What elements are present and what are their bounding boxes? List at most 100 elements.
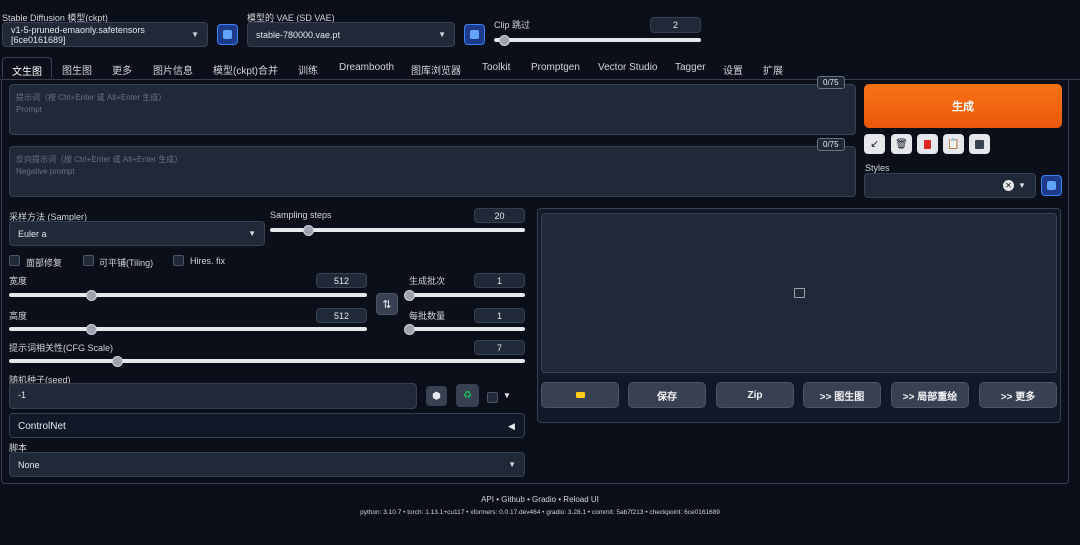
sampler-dropdown[interactable]: Euler a ▼ [9, 221, 265, 246]
arrow-icon[interactable]: ↙ [864, 134, 885, 154]
vae-refresh-button[interactable] [464, 24, 485, 45]
face-restore-checkbox[interactable] [9, 255, 20, 266]
negative-prompt-placeholder: 反向提示词（按 Ctrl+Enter 或 Alt+Enter 生成） [16, 155, 183, 164]
height-label: 高度 [9, 311, 28, 321]
clip-skip-input[interactable]: 2 [650, 17, 701, 33]
footer-versions: python: 3.10.7 • torch: 1.13.1+cu117 • x… [360, 509, 720, 516]
chevron-down-icon: ▼ [438, 30, 446, 39]
hires-fix-checkbox[interactable] [173, 255, 184, 266]
batch-count-input[interactable]: 1 [474, 273, 525, 288]
expand-triangle-icon[interactable]: ▼ [503, 391, 511, 400]
chevron-down-icon: ▼ [508, 460, 516, 469]
chevron-down-icon: ▼ [1018, 181, 1026, 190]
chevron-down-icon: ▼ [191, 30, 199, 39]
tab-tagger[interactable]: Tagger [675, 62, 706, 73]
tab-image-browser[interactable]: 图库浏览器 [411, 62, 461, 77]
script-dropdown[interactable]: None ▼ [9, 452, 525, 477]
tab-extensions[interactable]: 扩展 [763, 62, 783, 77]
cfg-slider[interactable] [9, 355, 525, 367]
tab-toolkit[interactable]: Toolkit [482, 62, 510, 73]
refresh-icon [470, 30, 479, 39]
collapse-triangle-icon: ◀ [508, 421, 515, 431]
tiling-label: 可平铺(Tiling) [99, 258, 154, 268]
zip-button[interactable]: Zip [716, 382, 794, 408]
seed-input[interactable]: -1 [9, 383, 417, 409]
tiling-checkbox[interactable] [83, 255, 94, 266]
styles-dropdown[interactable]: ✕ ▼ [864, 173, 1036, 198]
script-value: None [18, 459, 40, 470]
prompt-placeholder-en: Prompt [16, 105, 42, 114]
batch-size-input[interactable]: 1 [474, 308, 525, 323]
slider-thumb[interactable] [404, 323, 415, 335]
tab-bar: 文生图 图生图 更多 图片信息 模型(ckpt)合并 训练 Dreambooth… [0, 57, 1080, 80]
height-slider[interactable] [9, 323, 367, 335]
steps-slider[interactable] [270, 224, 525, 236]
steps-label: Sampling steps [270, 210, 332, 220]
tab-png-info[interactable]: 图片信息 [153, 62, 193, 77]
batch-size-label: 每批数量 [409, 311, 446, 321]
clip-skip-slider[interactable] [494, 34, 701, 46]
tab-promptgen[interactable]: Promptgen [531, 62, 580, 73]
save-button[interactable]: 保存 [628, 382, 706, 408]
styles-label: Styles [865, 163, 890, 173]
tab-dreambooth[interactable]: Dreambooth [339, 62, 394, 73]
chevron-down-icon: ▼ [248, 229, 256, 238]
tab-vector-studio[interactable]: Vector Studio [598, 62, 657, 73]
slider-thumb[interactable] [499, 34, 511, 46]
refresh-icon [223, 30, 232, 39]
steps-input[interactable]: 20 [474, 208, 525, 223]
trash-icon[interactable]: 🗑 [891, 134, 912, 154]
folder-icon [575, 392, 585, 398]
slider-thumb[interactable] [303, 224, 315, 236]
clipboard-icon[interactable]: 📋 [943, 134, 964, 154]
tab-img2img[interactable]: 图生图 [62, 62, 92, 77]
tab-train[interactable]: 训练 [298, 62, 318, 77]
prompt-input[interactable]: 提示词（按 Ctrl+Enter 或 Alt+Enter 生成） Prompt [9, 84, 856, 135]
tab-checkpoint-merger[interactable]: 模型(ckpt)合并 [213, 62, 278, 77]
send-to-extras-button[interactable]: >> 更多 [979, 382, 1057, 408]
refresh-icon [1047, 181, 1056, 190]
batch-count-slider[interactable] [404, 289, 525, 301]
tab-settings[interactable]: 设置 [723, 62, 743, 77]
slider-thumb[interactable] [112, 355, 124, 367]
image-icon [793, 288, 805, 298]
generate-button[interactable]: 生成 [864, 84, 1062, 128]
width-input[interactable]: 512 [316, 273, 367, 288]
send-to-img2img-button[interactable]: >> 图生图 [803, 382, 881, 408]
cfg-label: 提示词相关性(CFG Scale) [9, 343, 114, 353]
recycle-icon[interactable]: ♻ [456, 384, 479, 407]
controlnet-accordion[interactable]: ControlNet ◀ [9, 413, 525, 438]
swap-arrows-icon[interactable]: ⇅ [376, 293, 398, 315]
clip-skip-label: Clip 跳过 [494, 20, 531, 30]
slider-thumb[interactable] [86, 289, 98, 301]
height-input[interactable]: 512 [316, 308, 367, 323]
send-to-inpaint-button[interactable]: >> 局部重绘 [891, 382, 969, 408]
dice-icon[interactable]: ⬢ [426, 386, 447, 406]
ckpt-value: v1-5-pruned-emaonly.safetensors [6ce0161… [11, 24, 145, 45]
red-card-icon[interactable] [917, 134, 938, 154]
negative-token-counter: 0/75 [817, 138, 845, 151]
footer-links[interactable]: API • Github • Gradio • Reload UI [0, 495, 1080, 504]
width-slider[interactable] [9, 289, 367, 301]
vae-dropdown[interactable]: stable-780000.vae.pt ▼ [247, 22, 455, 47]
tab-extras[interactable]: 更多 [112, 62, 132, 77]
slider-thumb[interactable] [86, 323, 98, 335]
prompt-placeholder: 提示词（按 Ctrl+Enter 或 Alt+Enter 生成） [16, 93, 167, 102]
slider-thumb[interactable] [404, 289, 415, 301]
clear-icon[interactable]: ✕ [1003, 180, 1014, 191]
batch-size-slider[interactable] [404, 323, 525, 335]
negative-prompt-placeholder-en: Negative prompt [16, 167, 75, 176]
styles-refresh-button[interactable] [1041, 175, 1062, 196]
ckpt-refresh-button[interactable] [217, 24, 238, 45]
prompt-token-counter: 0/75 [817, 76, 845, 89]
controlnet-label: ControlNet [18, 421, 66, 432]
cfg-input[interactable]: 7 [474, 340, 525, 355]
extra-seed-checkbox[interactable] [487, 392, 498, 403]
ckpt-dropdown[interactable]: v1-5-pruned-emaonly.safetensors [6ce0161… [2, 22, 208, 47]
open-folder-button[interactable] [541, 382, 619, 408]
negative-prompt-input[interactable]: 反向提示词（按 Ctrl+Enter 或 Alt+Enter 生成） Negat… [9, 146, 856, 197]
tab-txt2img[interactable]: 文生图 [2, 57, 52, 78]
hires-fix-label: Hires. fix [190, 256, 226, 266]
output-gallery [541, 213, 1057, 373]
save-icon[interactable] [969, 134, 990, 154]
